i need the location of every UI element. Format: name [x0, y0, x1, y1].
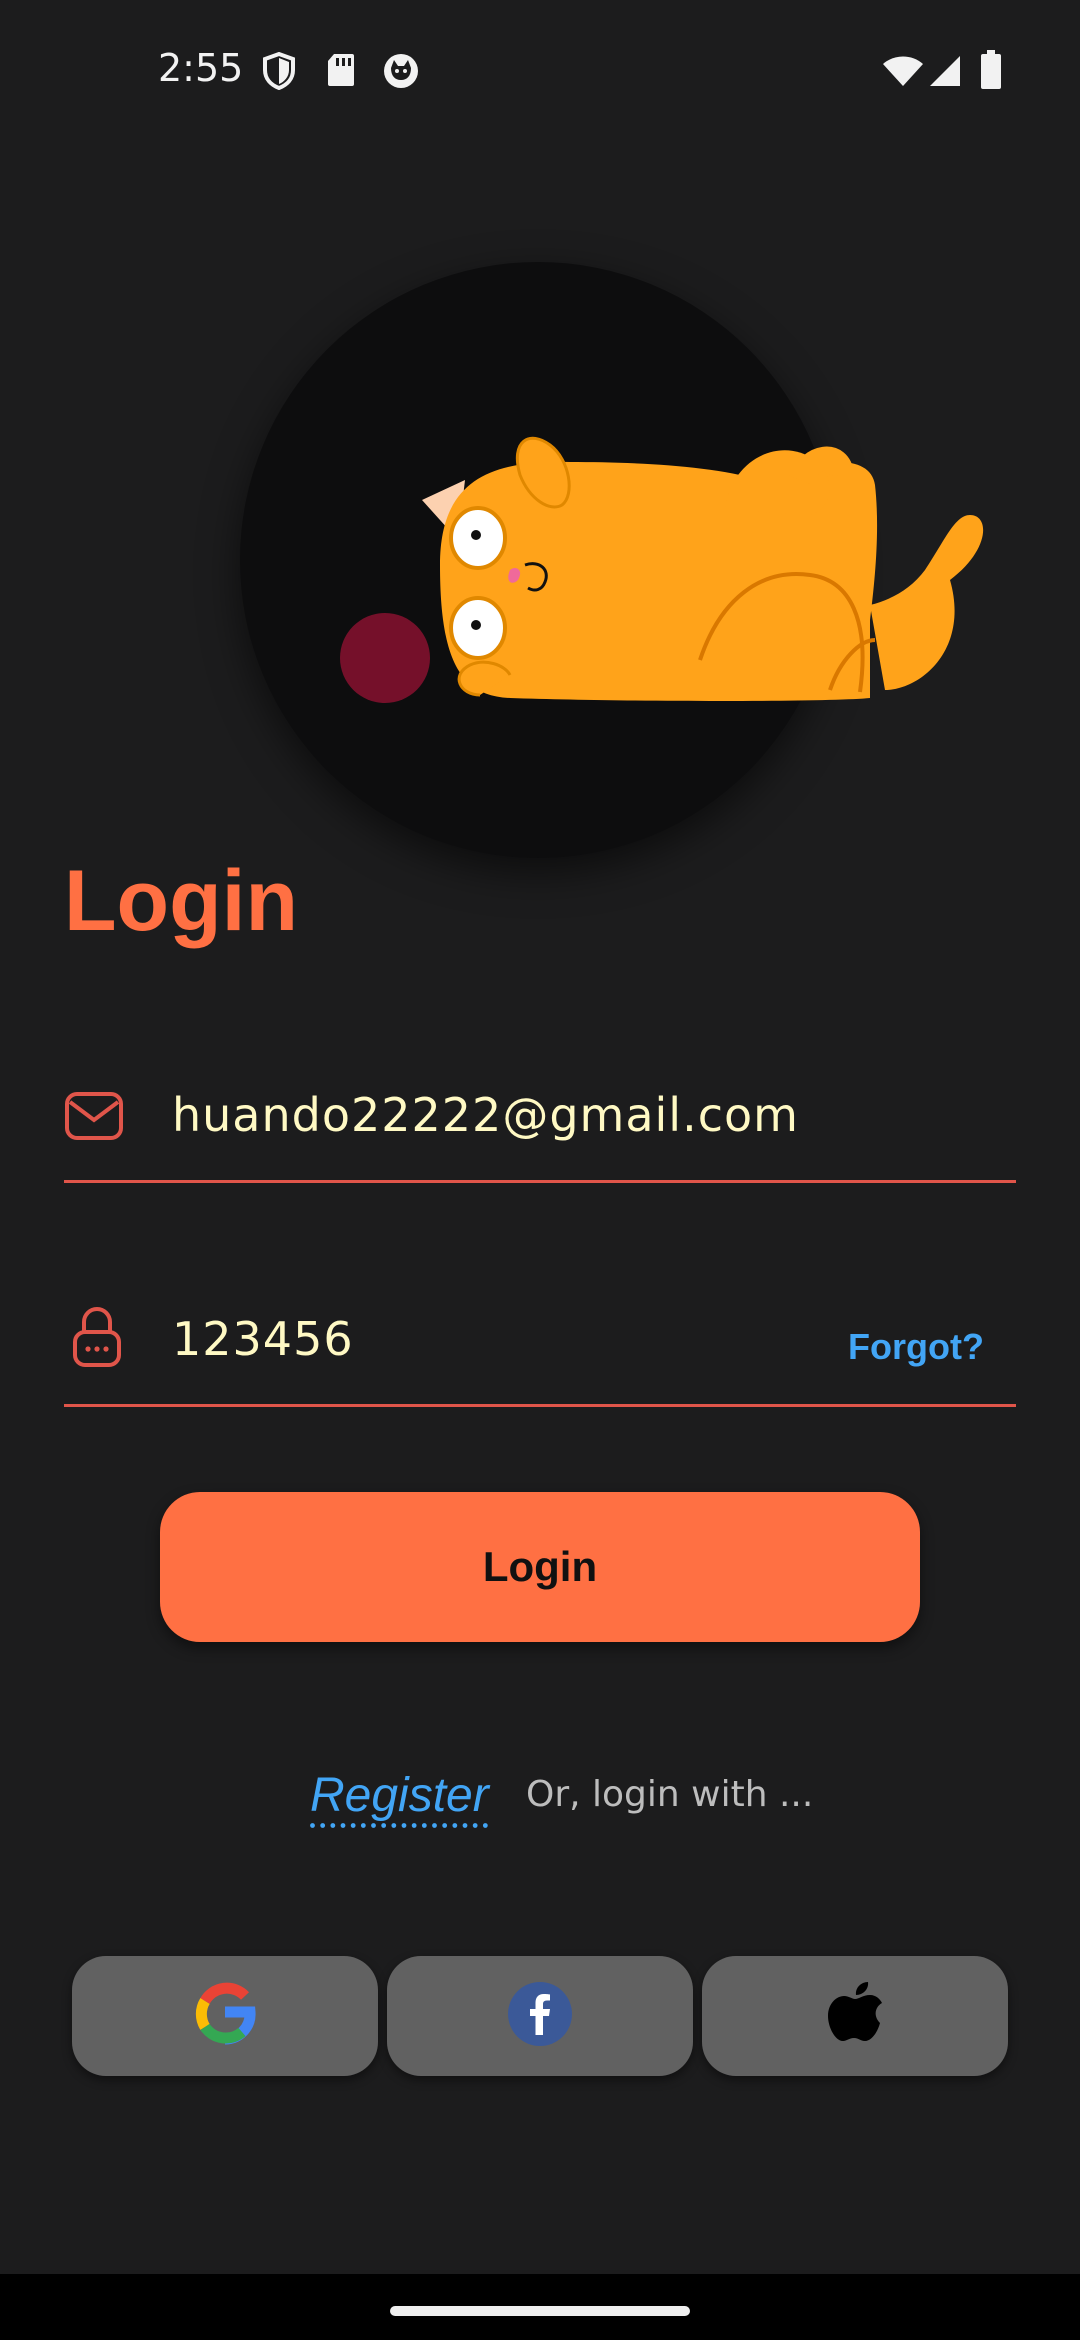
- shield-icon: [262, 51, 296, 95]
- apple-login-button[interactable]: [702, 1956, 1008, 2076]
- forgot-password-link[interactable]: Forgot?: [848, 1326, 984, 1368]
- google-login-button[interactable]: [72, 1956, 378, 2076]
- cat-face-icon: [382, 52, 420, 95]
- yarn-ball: [340, 613, 430, 703]
- email-input[interactable]: [172, 1088, 872, 1142]
- facebook-icon: [507, 1981, 573, 2052]
- alt-login-text: Or, login with ...: [526, 1774, 814, 1815]
- battery-icon: [980, 50, 1002, 95]
- facebook-login-button[interactable]: [387, 1956, 693, 2076]
- wifi-icon: [882, 54, 924, 93]
- page-title: Login: [64, 853, 299, 949]
- password-field[interactable]: Forgot?: [64, 1284, 1016, 1407]
- sd-card-icon: [326, 52, 356, 93]
- register-link[interactable]: Register: [310, 1768, 489, 1823]
- signal-icon: [928, 54, 962, 93]
- lock-icon: [72, 1306, 122, 1373]
- email-field[interactable]: [64, 1060, 1016, 1183]
- apple-icon: [825, 1981, 885, 2052]
- mail-icon: [64, 1090, 124, 1149]
- home-gesture-handle[interactable]: [390, 2306, 690, 2316]
- google-icon: [190, 1979, 260, 2054]
- cat-illustration: [340, 436, 984, 703]
- login-button[interactable]: Login: [160, 1492, 920, 1642]
- password-input[interactable]: [172, 1312, 872, 1366]
- status-time: 2:55: [158, 46, 244, 90]
- status-bar: 2:55: [0, 0, 1080, 140]
